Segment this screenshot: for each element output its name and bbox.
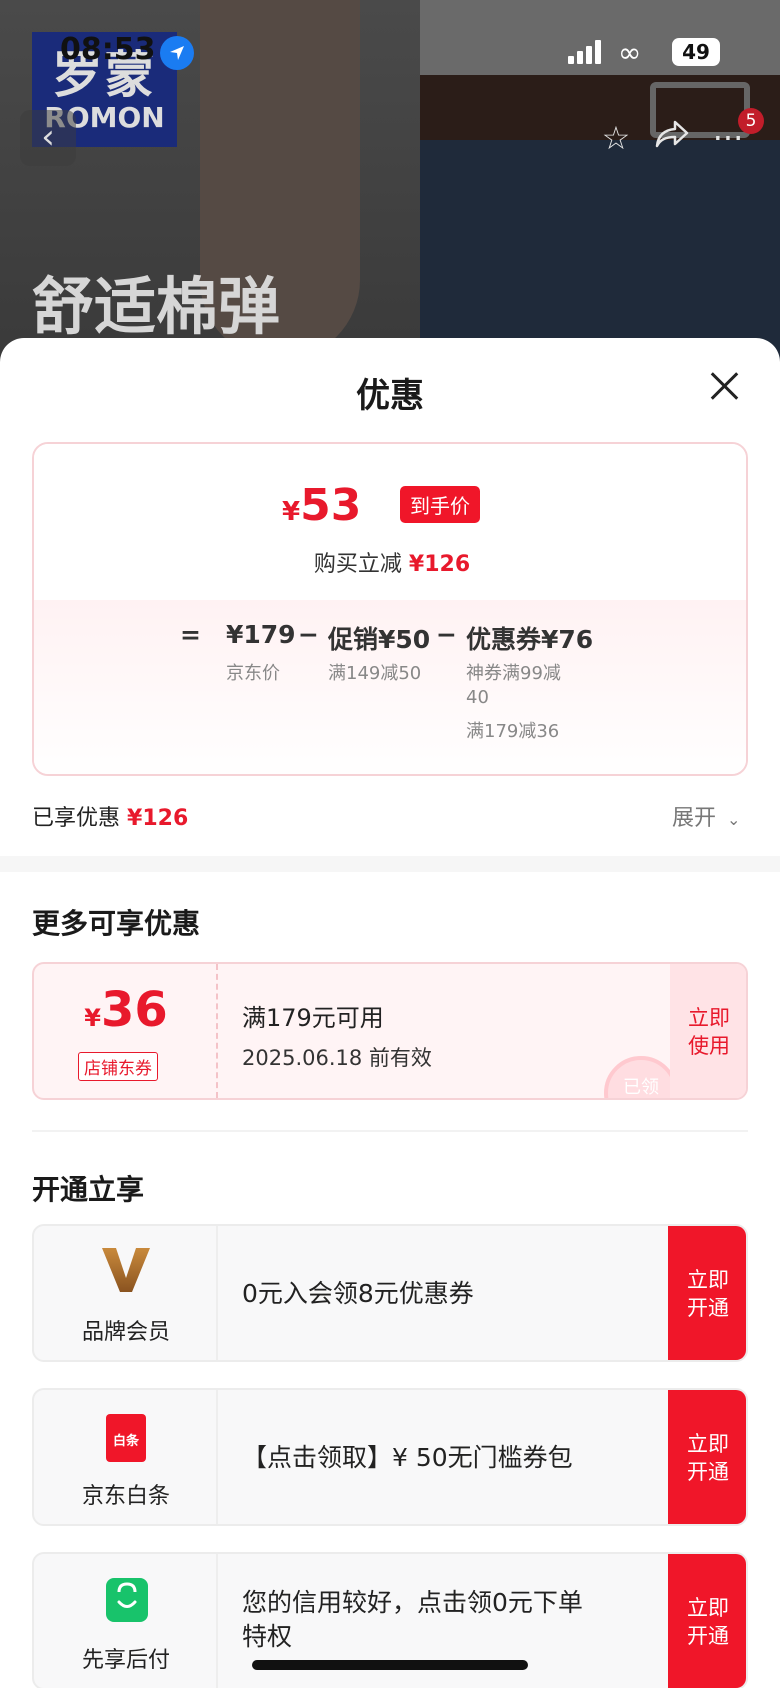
battery-icon: 49: [672, 38, 720, 66]
promo-value: 促销¥50: [328, 625, 431, 654]
store-coupon-card[interactable]: ¥36 店铺东券 满179元可用 2025.06.18 前有效 已领 立即 使用: [32, 962, 748, 1100]
product-slogan: 舒适棉弹: [32, 270, 281, 343]
home-indicator: [252, 1660, 528, 1670]
section-divider: [0, 856, 780, 872]
member-label: 京东白条: [81, 1484, 170, 1509]
coupon-value: 优惠券¥76: [466, 625, 594, 654]
jd-baitiao-card[interactable]: 白条 京东白条 【点击领取】¥ 50无门槛券包 立即 开通: [32, 1388, 748, 1526]
personal-hotspot-icon: ∞: [618, 36, 642, 69]
favorite-star-icon[interactable]: ☆: [596, 118, 636, 158]
location-arrow-icon: [160, 36, 194, 70]
shopping-bag-icon: [106, 1578, 148, 1622]
coupon-label-2: 满179减36: [466, 721, 560, 742]
jd-price-label: 京东价: [226, 663, 280, 684]
coupon-amount: ¥36: [84, 982, 168, 1038]
member-label: 品牌会员: [81, 1320, 170, 1345]
use-now-button[interactable]: 立即 使用: [670, 964, 746, 1098]
notification-badge: 5: [738, 108, 764, 134]
open-now-button[interactable]: 立即 开通: [668, 1390, 746, 1524]
coupon-type-badge: 店铺东券: [78, 1052, 158, 1081]
status-time: 08:53: [60, 32, 156, 67]
brand-member-v-icon: [102, 1248, 150, 1292]
open-now-button[interactable]: 立即 开通: [668, 1226, 746, 1360]
purchase-reduction: 购买立减 ¥126: [313, 552, 471, 577]
jd-price-value: ¥179: [226, 620, 296, 649]
signal-icon: [568, 40, 602, 64]
member-desc: 您的信用较好，点击领0元下单 特权: [242, 1588, 583, 1651]
member-desc: 【点击领取】¥ 50无门槛券包: [242, 1443, 573, 1472]
coupon-condition: 满179元可用: [242, 1004, 384, 1032]
coupon-validity: 2025.06.18 前有效: [242, 1046, 432, 1070]
baitiao-icon: 白条: [106, 1414, 146, 1462]
more-discounts-title: 更多可享优惠: [32, 907, 201, 940]
open-benefits-title: 开通立享: [32, 1173, 145, 1206]
price-breakdown-card: ¥53 到手价 购买立减 ¥126 = ¥179 京东价 − 促销¥50 满14…: [32, 442, 748, 776]
coupon-label-1b: 40: [466, 687, 489, 708]
final-price-tag: 到手价: [400, 486, 480, 523]
claimed-stamp: 已领: [604, 1056, 678, 1098]
back-button[interactable]: ‹: [20, 110, 76, 166]
equals-sign: =: [180, 620, 201, 649]
brand-member-card[interactable]: 品牌会员 0元入会领8元优惠券 立即 开通: [32, 1224, 748, 1362]
discount-sheet: 优惠 ¥53 到手价 购买立减 ¥126 = ¥179 京东价 − 促销¥50 …: [0, 338, 780, 1688]
open-now-button[interactable]: 立即 开通: [668, 1554, 746, 1688]
member-desc: 0元入会领8元优惠券: [242, 1279, 474, 1308]
expand-toggle[interactable]: 展开 ⌄: [672, 800, 740, 832]
enjoyed-discount: 已享优惠 ¥126: [32, 806, 189, 831]
member-label: 先享后付: [81, 1648, 170, 1673]
sheet-title: 优惠: [356, 376, 424, 416]
minus-sign: −: [298, 620, 319, 649]
chevron-down-icon: ⌄: [727, 810, 741, 829]
divider: [32, 1130, 748, 1132]
promo-label: 满149减50: [328, 663, 422, 684]
final-price: ¥53: [282, 480, 362, 531]
minus-sign: −: [436, 620, 457, 649]
share-icon[interactable]: [652, 118, 692, 158]
close-button[interactable]: [708, 370, 740, 402]
coupon-label-1: 神券满99减: [466, 663, 561, 684]
model-jeans: [420, 140, 780, 360]
